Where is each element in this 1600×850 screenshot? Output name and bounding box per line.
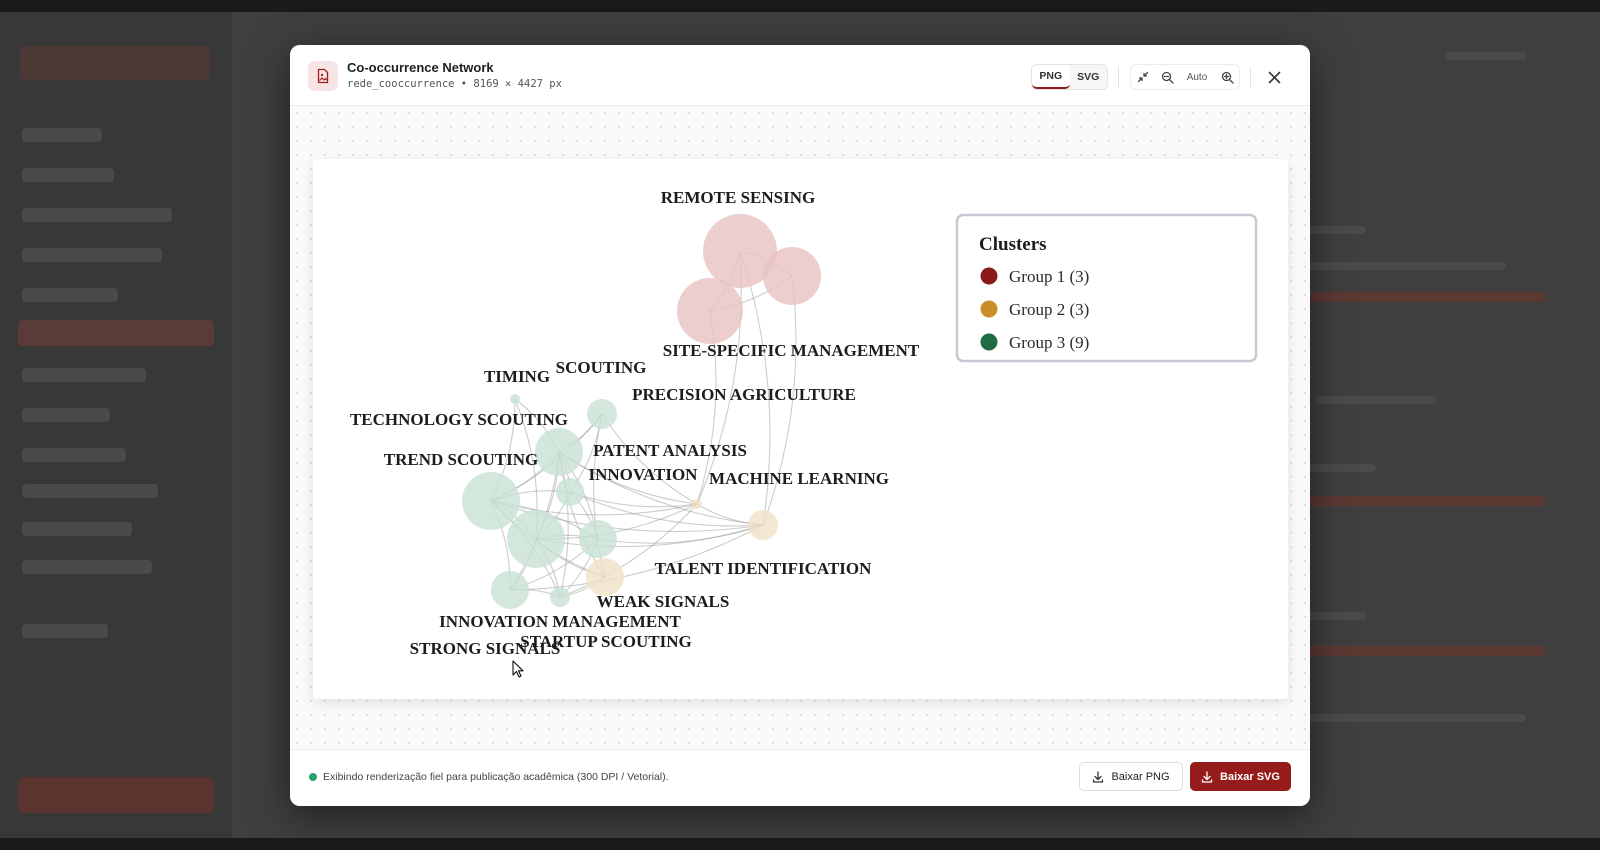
background-nav-item (22, 168, 114, 182)
status-text: Exibindo renderização fiel para publicaç… (323, 771, 669, 783)
legend-swatch (980, 300, 998, 318)
background-nav-item (22, 128, 102, 142)
node-precision-agriculture (677, 278, 743, 344)
background-nav-item (22, 248, 162, 262)
node-machine-learning (748, 510, 778, 540)
background-nav-item (22, 288, 118, 302)
header-divider (1118, 67, 1119, 87)
node-talent-identification (586, 558, 624, 596)
screen-bottom-bar (0, 838, 1600, 850)
background-progress (1306, 292, 1546, 302)
background-nav-item (22, 368, 146, 382)
modal-subtitle: rede_cooccurrence • 8169 × 4427 px (347, 78, 562, 90)
node-label-remote-sensing: REMOTE SENSING (661, 188, 815, 207)
network-figure: REMOTE SENSING SITE-SPECIFIC MANAGEMENT PR… (313, 159, 1288, 699)
cursor-icon (512, 660, 524, 683)
modal-footer: Exibindo renderização fiel para publicaç… (290, 749, 1310, 806)
background-logo (20, 46, 210, 80)
background-progress (1306, 496, 1546, 506)
node-technology-scouting (535, 428, 583, 476)
background-line (1306, 714, 1526, 722)
network-chart: REMOTE SENSING SITE-SPECIFIC MANAGEMENT PR… (350, 188, 1258, 658)
node-label-timing: TIMING (484, 367, 550, 386)
download-icon (1093, 770, 1104, 783)
node-label-trend-scouting: TREND SCOUTING (384, 450, 538, 469)
background-nav-item (22, 560, 152, 574)
node-trend-scouting (462, 472, 520, 530)
background-sidebar (0, 12, 232, 838)
format-toggle: PNG SVG (1031, 64, 1108, 90)
download-svg-button[interactable]: Baixar SVG (1190, 762, 1291, 791)
node-label-machine-learning: MACHINE LEARNING (709, 469, 889, 488)
background-nav-item-active (18, 320, 214, 346)
node-label-precision-agriculture: PRECISION AGRICULTURE (632, 385, 856, 404)
download-png-label: Baixar PNG (1111, 770, 1170, 783)
background-nav-item (22, 408, 110, 422)
node-scouting (587, 399, 617, 429)
zoom-level-label: Auto (1186, 71, 1208, 83)
background-line (1446, 52, 1526, 60)
figure-preview-modal: Co-occurrence Network rede_cooccurrence … (290, 45, 1310, 806)
background-nav-item (22, 522, 132, 536)
chart-legend: Clusters Group 1 (3) Group 2 (3) Group 3 (9… (955, 213, 1258, 363)
legend-entry-label: Group 2 (3) (1009, 300, 1089, 319)
legend-entry-label: Group 1 (3) (1009, 267, 1089, 286)
download-svg-label: Baixar SVG (1220, 770, 1280, 783)
background-progress (1306, 646, 1546, 656)
background-nav-item (22, 624, 108, 638)
header-divider (1250, 67, 1251, 87)
legend-entry-label: Group 3 (9) (1009, 333, 1089, 352)
background-nav-item (22, 208, 172, 222)
node-innovation (692, 499, 702, 509)
background-nav-item (22, 484, 158, 498)
zoom-out-icon[interactable] (1155, 65, 1179, 89)
background-right-panel (1306, 12, 1600, 838)
modal-header: Co-occurrence Network rede_cooccurrence … (290, 45, 1310, 106)
node-innovation-management (507, 510, 565, 568)
close-icon[interactable] (1262, 65, 1286, 89)
node-weak-signals (579, 520, 617, 558)
background-line (1306, 262, 1506, 270)
format-svg-button[interactable]: SVG (1070, 65, 1108, 89)
legend-swatch (980, 267, 998, 285)
modal-title: Co-occurrence Network (347, 60, 494, 75)
background-nav-item (22, 448, 126, 462)
network-edge (558, 451, 764, 526)
node-label-innovation: INNOVATION (589, 465, 699, 484)
download-icon (1201, 770, 1213, 783)
screen-top-bar (0, 0, 1600, 12)
preview-canvas[interactable]: REMOTE SENSING SITE-SPECIFIC MANAGEMENT PR… (290, 106, 1310, 749)
node-label-talent-identification: TALENT IDENTIFICATION (655, 559, 873, 578)
legend-swatch (980, 333, 998, 351)
file-image-icon (308, 61, 338, 91)
background-line (1306, 464, 1376, 472)
node-label-strong-signals: STRONG SIGNALS (410, 639, 561, 658)
background-line (1306, 612, 1366, 620)
zoom-controls: Auto (1130, 64, 1240, 90)
background-line (1316, 396, 1436, 404)
node-label-weak-signals: WEAK SIGNALS (597, 592, 730, 611)
node-label-patent-analysis: PATENT ANALYSIS (593, 441, 747, 460)
background-action-button (18, 777, 214, 813)
legend-title: Clusters (979, 234, 1047, 255)
background-line (1306, 226, 1366, 234)
node-timing (510, 394, 520, 404)
status-dot (309, 773, 317, 781)
download-png-button[interactable]: Baixar PNG (1079, 762, 1183, 791)
network-edge (559, 503, 698, 598)
node-patent-analysis (556, 478, 584, 506)
node-label-innovation-management: INNOVATION MANAGEMENT (439, 612, 681, 631)
node-label-technology-scouting: TECHNOLOGY SCOUTING (350, 410, 568, 429)
collapse-icon[interactable] (1131, 65, 1155, 89)
node-label-site-specific-management: SITE-SPECIFIC MANAGEMENT (663, 341, 920, 360)
node-site-specific-management (763, 247, 821, 305)
zoom-in-icon[interactable] (1215, 65, 1239, 89)
node-label-scouting: SCOUTING (556, 358, 647, 377)
format-png-button[interactable]: PNG (1032, 65, 1070, 89)
node-strong-signals (491, 571, 529, 609)
node-startup-scouting (550, 587, 570, 607)
